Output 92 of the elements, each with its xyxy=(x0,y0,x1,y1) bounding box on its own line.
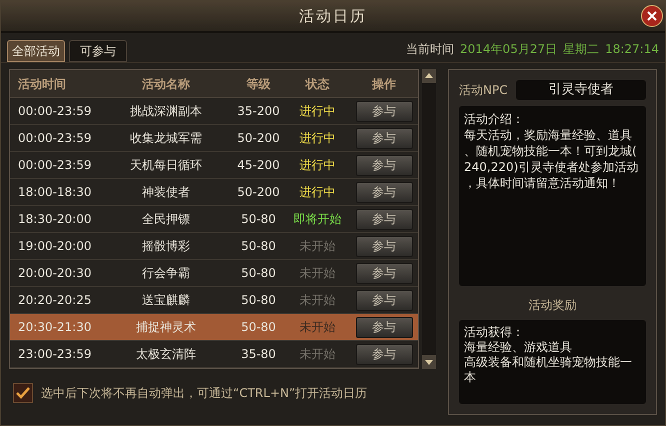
table-cell-text: 50-80 xyxy=(240,292,277,309)
close-icon xyxy=(647,11,657,21)
scroll-down-icon[interactable] xyxy=(422,355,436,369)
clock-text: 18:27:14 xyxy=(605,41,659,58)
join-button[interactable]: 参与 xyxy=(356,316,412,338)
table-cell-text: 50-200 xyxy=(236,184,281,201)
reward-title: 活动奖励 xyxy=(528,297,578,314)
description-line: 每天活动，奖励海量经验、道具 xyxy=(464,127,633,143)
table-row[interactable]: 18:00-18:30 神装使者 50-200 进行中 参与 xyxy=(10,179,418,206)
table-cell-text: 00:00-23:59 xyxy=(17,157,92,174)
reward-line: 海量经验、游戏道具 xyxy=(464,340,573,355)
weekday-text: 星期二 xyxy=(563,41,600,58)
status-text: 未开始 xyxy=(298,346,336,363)
check-icon xyxy=(16,387,30,399)
table-cell-text: 50-200 xyxy=(236,130,281,147)
table-cell-text: 收集龙城军需 xyxy=(129,130,203,147)
table-cell-text: 50-80 xyxy=(240,319,277,336)
table-cell-text: 50-80 xyxy=(240,238,277,255)
status-text: 进行中 xyxy=(298,130,336,147)
table-row[interactable]: 18:30-20:00 全民押镖 50-80 即将开始 参与 xyxy=(10,206,418,233)
current-time-label: 当前时间 xyxy=(406,41,454,58)
description-line: 240,220)引灵寺使者处参加活动 xyxy=(464,159,640,175)
status-text: 进行中 xyxy=(298,157,336,174)
table-row[interactable]: 20:20-20:25 送宝麒麟 50-80 未开始 参与 xyxy=(10,287,418,314)
scroll-up-icon[interactable] xyxy=(422,69,436,83)
status-text: 未开始 xyxy=(298,319,336,336)
tab[interactable]: 可参与 xyxy=(69,40,127,62)
table-cell-text: 20:20-20:25 xyxy=(17,292,92,309)
table-cell-text: 50-80 xyxy=(240,265,277,282)
column-header: 活动名称 xyxy=(141,76,191,92)
table-cell-text: 00:00-23:59 xyxy=(17,130,92,147)
table-cell-text: 摇骰博彩 xyxy=(141,238,191,255)
join-button[interactable]: 参与 xyxy=(356,154,412,176)
table-cell-text: 19:00-20:00 xyxy=(17,238,92,255)
table-cell-text: 神装使者 xyxy=(141,184,191,201)
footer-text: 选中后下次将不再自动弹出，可通过“CTRL+N”打开活动日历 xyxy=(41,385,368,402)
table-cell-text: 35-80 xyxy=(240,346,277,363)
table-row[interactable]: 19:00-20:00 摇骰博彩 50-80 未开始 参与 xyxy=(10,233,418,260)
description-line: 活动介绍： xyxy=(464,111,525,127)
npc-name-field: 引灵寺使者 xyxy=(516,80,646,100)
checkbox[interactable] xyxy=(13,383,33,403)
table-cell-text: 50-80 xyxy=(240,211,277,228)
npc-label: 活动NPC xyxy=(459,82,508,99)
column-header: 操作 xyxy=(370,76,397,92)
table-row[interactable]: 20:00-20:30 行会争霸 50-80 未开始 参与 xyxy=(10,260,418,287)
scrollbar[interactable] xyxy=(422,69,436,369)
table-cell-text: 太极玄清阵 xyxy=(135,346,197,363)
table-cell-text: 送宝麒麟 xyxy=(141,292,191,309)
description-line: 、随机宠物技能一本！可到龙城( xyxy=(464,143,638,159)
date-text: 2014年05月27日 xyxy=(460,41,558,58)
table-cell-text: 全民押镖 xyxy=(141,211,191,228)
join-button[interactable]: 参与 xyxy=(356,344,412,364)
join-button[interactable]: 参与 xyxy=(356,236,412,256)
table-cell-text: 天机每日循环 xyxy=(129,157,203,174)
table-cell-text: 挑战深渊副本 xyxy=(129,103,203,120)
table-row[interactable]: 00:00-23:59 天机每日循环 45-200 进行中 参与 xyxy=(10,152,418,179)
reward-line: 活动获得： xyxy=(464,325,525,340)
description-line: ，具体时间请留意活动通知！ xyxy=(464,175,621,191)
reward-line: 本 xyxy=(464,370,477,385)
column-header: 活动时间 xyxy=(17,76,67,92)
table-cell-text: 18:30-20:00 xyxy=(17,211,92,228)
join-button[interactable]: 参与 xyxy=(356,290,412,310)
join-button[interactable]: 参与 xyxy=(356,262,412,284)
status-text: 进行中 xyxy=(298,103,336,120)
status-text: 未开始 xyxy=(298,238,336,255)
table-row[interactable]: 00:00-23:59 收集龙城军需 50-200 进行中 参与 xyxy=(10,125,418,152)
table-cell-text: 35-200 xyxy=(236,103,281,120)
tab[interactable]: 全部活动 xyxy=(7,40,65,62)
column-header: 状态 xyxy=(304,76,330,92)
table-cell-text: 行会争霸 xyxy=(141,265,191,282)
table-row[interactable]: 00:00-23:59 挑战深渊副本 35-200 进行中 参与 xyxy=(10,98,418,125)
reward-line: 高级装备和随机坐骑宠物技能一 xyxy=(464,355,633,370)
close-button[interactable] xyxy=(641,5,663,27)
join-button[interactable]: 参与 xyxy=(356,100,412,122)
status-text: 即将开始 xyxy=(292,211,342,228)
status-text: 未开始 xyxy=(298,265,336,282)
join-button[interactable]: 参与 xyxy=(356,128,412,148)
status-text: 进行中 xyxy=(298,184,336,201)
table-cell-text: 捕捉神灵术 xyxy=(135,319,197,336)
status-text: 未开始 xyxy=(298,292,336,309)
table-cell-text: 45-200 xyxy=(236,157,281,174)
table-cell-text: 20:00-20:30 xyxy=(17,265,92,282)
table-cell-text: 00:00-23:59 xyxy=(17,103,92,120)
column-header: 等级 xyxy=(246,76,272,92)
table-row[interactable]: 20:30-21:30 捕捉神灵术 50-80 未开始 参与 xyxy=(10,314,418,341)
table-row[interactable]: 23:00-23:59 太极玄清阵 35-80 未开始 参与 xyxy=(10,341,418,368)
table-cell-text: 20:30-21:30 xyxy=(17,319,92,336)
join-button[interactable]: 参与 xyxy=(356,208,412,230)
table-cell-text: 23:00-23:59 xyxy=(17,346,92,363)
table-cell-text: 18:00-18:30 xyxy=(17,184,92,201)
join-button[interactable]: 参与 xyxy=(356,182,412,202)
window-title: 活动日历 xyxy=(299,6,367,27)
